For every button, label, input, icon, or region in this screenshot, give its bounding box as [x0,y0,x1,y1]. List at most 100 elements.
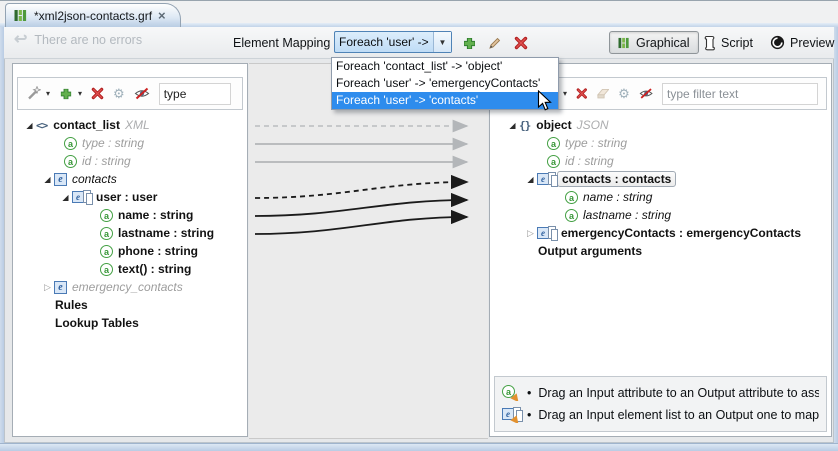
input-tree: ◢ <> contact_list XML a type : string a … [13,116,247,332]
element-mapping-dropdown-list: Foreach 'contact_list' -> 'object' Forea… [331,57,559,110]
tree-item-contacts[interactable]: ◢ e contacts : contacts [490,170,831,188]
tree-item-output-arguments[interactable]: Output arguments [490,242,831,260]
attribute-icon: a [100,209,113,222]
element-list-icon: e [72,190,91,204]
expander-open-icon[interactable]: ◢ [524,175,537,184]
settings-gear-icon[interactable]: ⚙ [113,87,125,100]
tree-item-type[interactable]: a type : string [490,134,831,152]
remove-node-icon[interactable] [91,87,104,100]
expander-open-icon[interactable]: ◢ [59,193,72,202]
preview-label: Preview [790,36,834,50]
json-root-icon: {} [519,119,530,132]
attribute-icon: a [565,191,578,204]
tree-item-emergency-contacts[interactable]: ▷ e emergency_contacts [13,278,247,296]
add-dropdown-arrow-icon[interactable]: ▾ [78,89,82,98]
dropdown-option[interactable]: Foreach 'contact_list' -> 'object' [332,58,558,75]
expander-open-icon[interactable]: ◢ [41,175,54,184]
preview-icon [770,35,785,50]
xml-root-icon: <> [36,119,47,132]
attribute-icon: a [565,209,578,222]
tree-item-user[interactable]: ◢ e user : user [13,188,247,206]
hint-bullet: • [527,386,531,400]
close-icon[interactable]: × [158,10,166,22]
wand-dropdown-arrow-icon[interactable]: ▾ [46,89,50,98]
tree-item-emergency-contacts[interactable]: ▷ e emergencyContacts : emergencyContact… [490,224,831,242]
hide-unmapped-eye-icon[interactable] [639,87,653,100]
dropdown-option-selected[interactable]: Foreach 'user' -> 'contacts' [332,92,558,109]
format-suffix: XML [125,118,150,132]
tree-item-object[interactable]: ◢ {} object JSON [490,116,831,134]
mapping-editor-window: *xml2json-contacts.grf × ↩ There are no … [0,0,838,451]
hint-text: Drag an Input element list to an Output … [538,408,819,422]
mapping-hints-box: a • Drag an Input attribute to an Output… [494,376,827,432]
expander-open-icon[interactable]: ◢ [506,121,519,130]
tree-item-id[interactable]: a id : string [490,152,831,170]
dropdown-option[interactable]: Foreach 'user' -> 'emergencyContacts' [332,75,558,92]
tree-item-name[interactable]: a name : string [13,206,247,224]
input-filter-field[interactable] [159,83,231,105]
pencil-icon [488,36,502,50]
auto-map-wand-icon[interactable] [26,86,41,101]
remove-node-icon[interactable] [576,87,588,100]
input-tree-panel: ▾ ▾ ⚙ ◢ [12,63,248,437]
hint-text: Drag an Input attribute to an Output att… [538,386,819,400]
mapping-lines-zone[interactable] [249,63,488,439]
tree-item-id[interactable]: a id : string [13,152,247,170]
combo-value: Foreach 'user' -> [335,35,433,49]
delete-mapping-button[interactable] [512,34,530,52]
view-script-button[interactable]: Script [695,31,761,54]
view-preview-button[interactable]: Preview [762,31,838,54]
eraser-icon[interactable] [597,87,609,100]
combo-arrow-button[interactable]: ▼ [433,32,451,52]
graphical-label: Graphical [636,36,690,50]
element-mapping-combo[interactable]: Foreach 'user' -> ▼ [334,31,452,53]
input-panel-toolbar: ▾ ▾ ⚙ [17,77,243,110]
tree-item-type[interactable]: a type : string [13,134,247,152]
selected-tree-item: contacts : contacts [557,171,676,187]
tree-item-contact-list[interactable]: ◢ <> contact_list XML [13,116,247,134]
element-mapping-label: Element Mapping [233,36,330,50]
element-list-icon: e [537,226,556,240]
output-filter-field[interactable] [662,83,818,105]
tree-item-contacts[interactable]: ◢ e contacts [13,170,247,188]
element-list-drag-icon: e [502,407,520,423]
attribute-icon: a [547,155,560,168]
mouse-cursor [537,90,552,112]
add-mapping-button[interactable] [460,34,478,52]
tree-item-name[interactable]: a name : string [490,188,831,206]
output-tree: ◢ {} object JSON a type : string a id : … [490,116,831,260]
attribute-icon: a [100,227,113,240]
attribute-drag-icon: a [502,385,520,401]
edit-mapping-button[interactable] [486,34,504,52]
tree-item-lastname[interactable]: a lastname : string [13,224,247,242]
settings-gear-icon[interactable]: ⚙ [618,87,630,100]
tab-title: *xml2json-contacts.grf [34,9,152,23]
tree-item-text[interactable]: a text() : string [13,260,247,278]
hide-unmapped-eye-icon[interactable] [134,87,150,100]
add-node-icon[interactable] [59,87,73,101]
clover-graph-icon [14,9,28,22]
tree-item-lastname[interactable]: a lastname : string [490,206,831,224]
graphical-view-icon [618,37,631,49]
attribute-icon: a [64,155,77,168]
add-dropdown-arrow-icon[interactable]: ▾ [563,89,567,98]
error-status: ↩ There are no errors [14,33,142,47]
format-suffix: JSON [577,118,609,132]
view-graphical-button[interactable]: Graphical [609,31,699,54]
tree-item-phone[interactable]: a phone : string [13,242,247,260]
expander-closed-icon[interactable]: ▷ [524,228,537,239]
tree-item-rules[interactable]: Rules [13,296,247,314]
mapping-toolbar: ↩ There are no errors Element Mapping Fo… [4,27,834,59]
tree-item-lookup-tables[interactable]: Lookup Tables [13,314,247,332]
element-icon: e [54,173,67,186]
editor-tab[interactable]: *xml2json-contacts.grf × [5,3,181,27]
attribute-icon: a [547,137,560,150]
attribute-icon: a [100,263,113,276]
expander-open-icon[interactable]: ◢ [23,121,36,130]
revert-arrow-icon: ↩ [14,33,27,47]
expander-closed-icon[interactable]: ▷ [41,282,54,293]
mapping-main-area: ▾ ▾ ⚙ ◢ [4,58,834,443]
chevron-down-icon: ▼ [439,38,447,47]
attribute-icon: a [64,137,77,150]
attribute-icon: a [100,245,113,258]
